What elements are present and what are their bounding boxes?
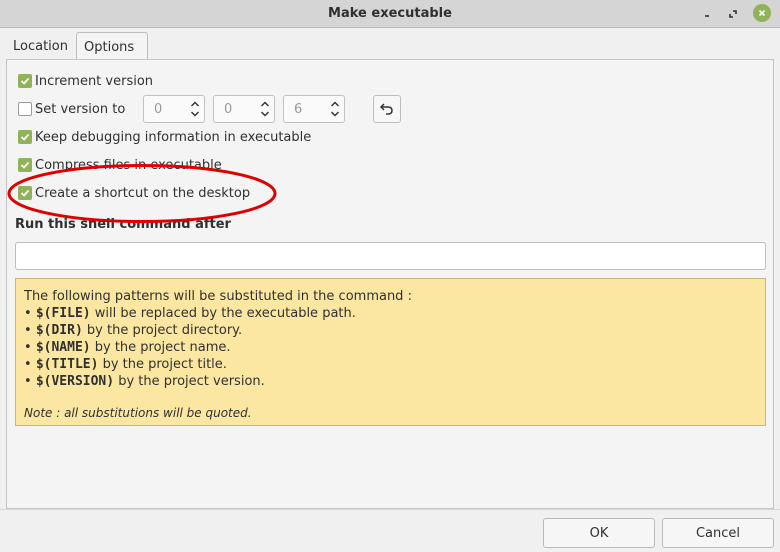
checkmark-icon: [20, 77, 30, 85]
increment-version-label: Increment version: [35, 73, 154, 89]
create-shortcut-checkbox[interactable]: [18, 186, 32, 200]
reset-version-button[interactable]: [373, 95, 401, 123]
shell-command-heading: Run this shell command after: [15, 217, 231, 232]
tab-location[interactable]: Location: [6, 32, 76, 60]
maximize-icon[interactable]: [723, 4, 743, 24]
version-minor-spinbox[interactable]: 0: [213, 95, 275, 123]
checkmark-icon: [20, 161, 30, 169]
version-minor-value: 0: [224, 102, 233, 117]
compress-files-checkbox[interactable]: [18, 158, 32, 172]
patterns-intro: The following patterns will be substitut…: [24, 289, 412, 304]
spin-arrows-icon[interactable]: [330, 99, 340, 119]
increment-version-option[interactable]: Increment version: [18, 72, 153, 90]
version-patch-value: 6: [294, 102, 303, 117]
set-version-option[interactable]: Set version to: [18, 100, 125, 118]
spin-arrows-icon[interactable]: [190, 99, 200, 119]
create-shortcut-label: Create a shortcut on the desktop: [35, 185, 251, 201]
compress-files-option[interactable]: Compress files in executable: [18, 156, 222, 174]
keep-debug-option[interactable]: Keep debugging information in executable: [18, 128, 311, 146]
button-bar-divider: [0, 509, 780, 510]
version-patch-spinbox[interactable]: 6: [283, 95, 345, 123]
undo-icon: [379, 103, 393, 115]
pattern-item: • $(FILE) will be replaced by the execut…: [24, 306, 356, 321]
ok-button[interactable]: OK: [543, 518, 655, 548]
pattern-token: $(VERSION): [35, 374, 115, 389]
version-major-value: 0: [154, 102, 163, 117]
keep-debug-label: Keep debugging information in executable: [35, 129, 312, 145]
title-bar: Make executable: [0, 0, 780, 28]
increment-version-checkbox[interactable]: [18, 74, 32, 88]
checkmark-icon: [20, 189, 30, 197]
pattern-token: $(FILE): [35, 306, 91, 321]
compress-files-label: Compress files in executable: [35, 157, 222, 173]
close-icon[interactable]: [753, 4, 771, 22]
minimize-icon[interactable]: [697, 4, 717, 24]
pattern-item: • $(TITLE) by the project title.: [24, 357, 227, 372]
shell-command-input[interactable]: [15, 242, 766, 270]
tab-options[interactable]: Options: [76, 32, 148, 61]
pattern-item: • $(DIR) by the project directory.: [24, 323, 243, 338]
pattern-token: $(TITLE): [35, 357, 99, 372]
patterns-note: Note : all substitutions will be quoted.: [24, 406, 252, 420]
spin-arrows-icon[interactable]: [260, 99, 270, 119]
set-version-checkbox[interactable]: [18, 102, 32, 116]
pattern-item: • $(VERSION) by the project version.: [24, 374, 265, 389]
cancel-button[interactable]: Cancel: [662, 518, 774, 548]
version-major-spinbox[interactable]: 0: [143, 95, 205, 123]
set-version-label: Set version to: [35, 101, 126, 117]
keep-debug-checkbox[interactable]: [18, 130, 32, 144]
pattern-token: $(DIR): [35, 323, 83, 338]
pattern-item: • $(NAME) by the project name.: [24, 340, 231, 355]
pattern-token: $(NAME): [35, 340, 91, 355]
window-title: Make executable: [328, 6, 452, 21]
patterns-help-box: The following patterns will be substitut…: [15, 278, 766, 426]
checkmark-icon: [20, 133, 30, 141]
create-shortcut-option[interactable]: Create a shortcut on the desktop: [18, 184, 250, 202]
